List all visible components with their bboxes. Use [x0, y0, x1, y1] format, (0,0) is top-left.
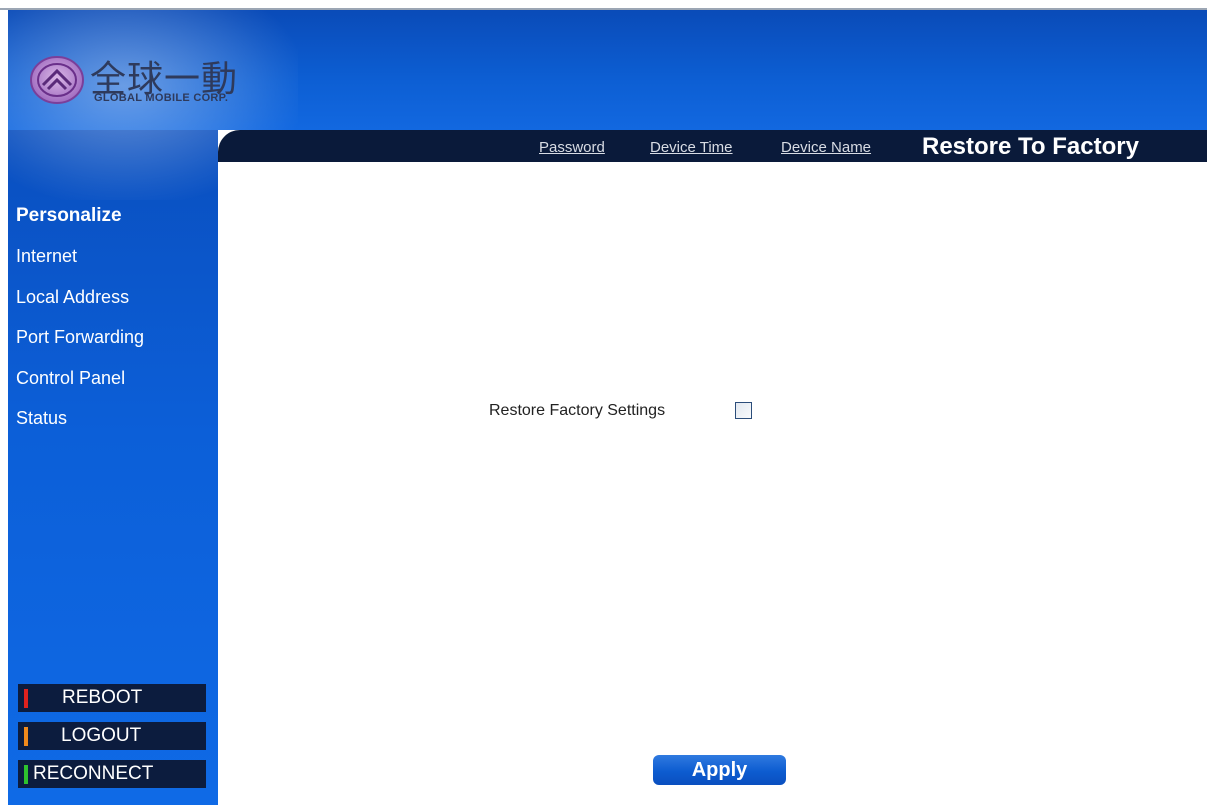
tab-password[interactable]: Password: [539, 139, 605, 156]
sidebar-item-status[interactable]: Status: [16, 408, 67, 429]
reboot-button[interactable]: REBOOT: [18, 684, 206, 712]
sidebar-item-port-forwarding[interactable]: Port Forwarding: [16, 327, 144, 348]
sidebar-item-internet[interactable]: Internet: [16, 246, 77, 267]
reconnect-label: RECONNECT: [33, 763, 154, 784]
logout-indicator: [24, 727, 28, 746]
reconnect-indicator: [24, 765, 28, 784]
reboot-label: REBOOT: [62, 687, 143, 708]
logout-label: LOGOUT: [61, 725, 142, 746]
reconnect-button[interactable]: RECONNECT: [18, 760, 206, 788]
restore-factory-settings-label: Restore Factory Settings: [489, 402, 666, 419]
global-mobile-logo-icon: [30, 56, 84, 104]
logout-button[interactable]: LOGOUT: [18, 722, 206, 750]
apply-button[interactable]: Apply: [653, 755, 786, 785]
tab-device-time[interactable]: Device Time: [650, 139, 733, 156]
tab-device-name[interactable]: Device Name: [781, 139, 871, 156]
tab-restore-to-factory: Restore To Factory: [922, 133, 1139, 160]
top-border: [0, 0, 1207, 10]
restore-factory-settings-checkbox[interactable]: [735, 402, 752, 419]
sidebar-item-local-address[interactable]: Local Address: [16, 287, 129, 308]
brand-name-english: GLOBAL MOBILE CORP.: [94, 92, 229, 104]
brand-logo: 全球一動 GLOBAL MOBILE CORP.: [28, 48, 288, 118]
reboot-indicator: [24, 689, 28, 708]
sidebar-item-personalize[interactable]: Personalize: [16, 205, 122, 227]
sidebar-item-control-panel[interactable]: Control Panel: [16, 368, 125, 389]
